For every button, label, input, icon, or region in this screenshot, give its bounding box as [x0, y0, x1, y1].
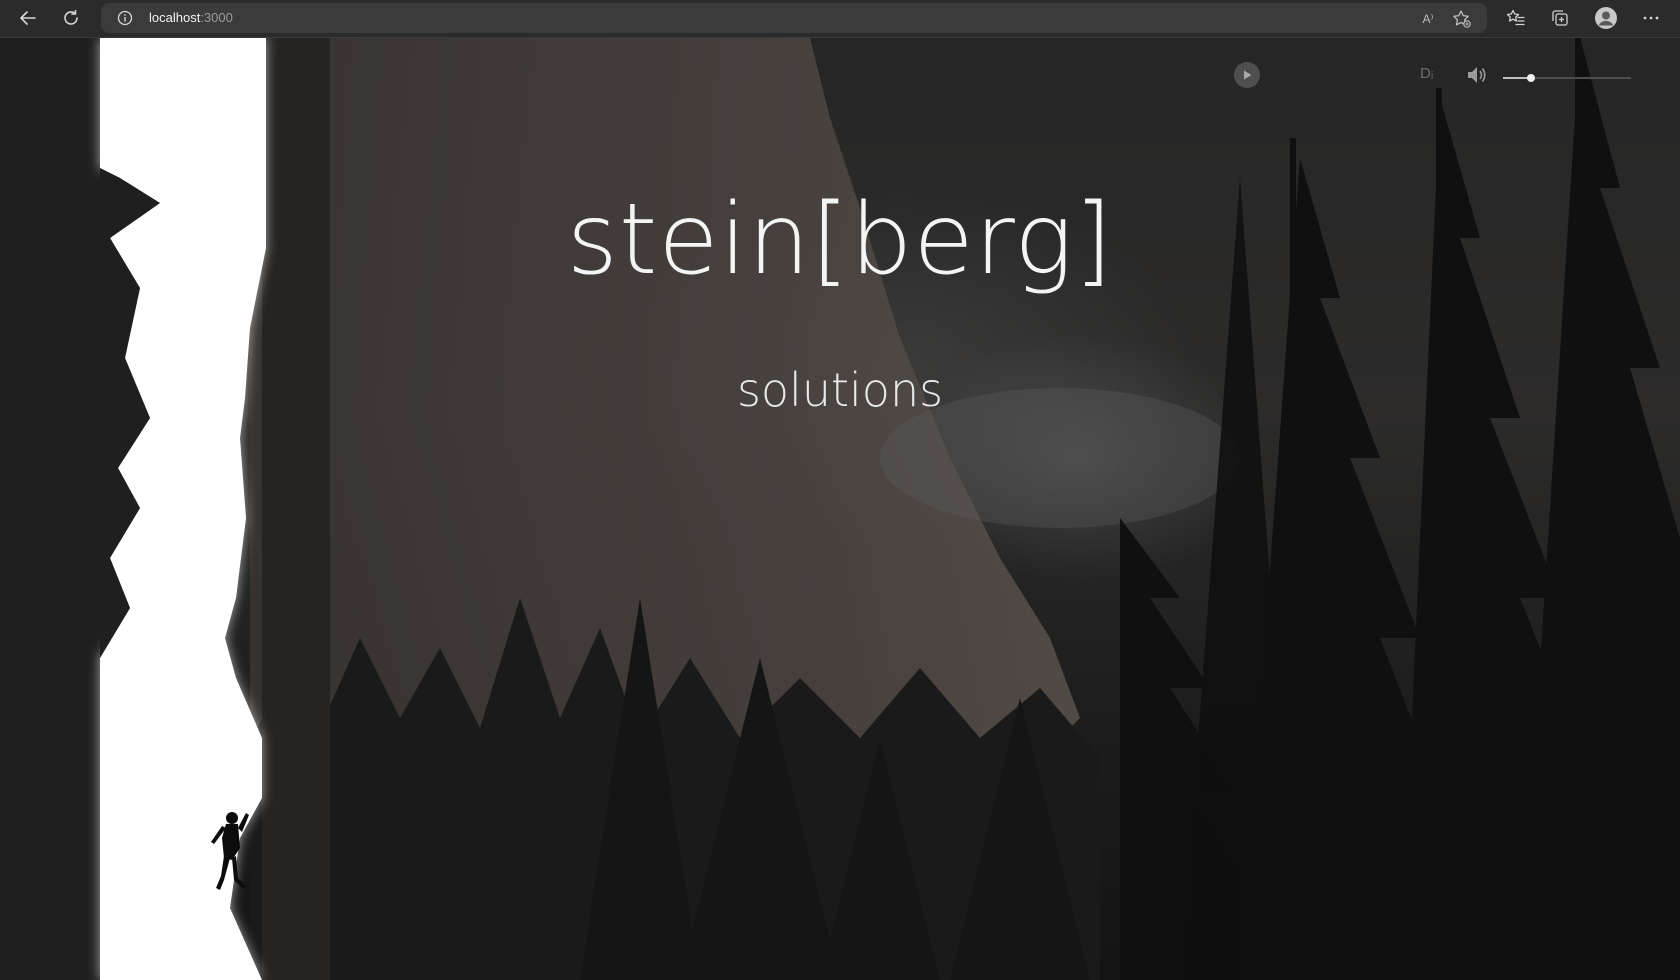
volume-slider-handle[interactable]: [1527, 74, 1535, 82]
hero-title: stein[berg]: [566, 183, 1114, 297]
glowing-crack: [100, 38, 266, 980]
favorites-icon[interactable]: [1502, 5, 1530, 31]
volume-slider[interactable]: [1503, 74, 1631, 82]
pine-trees-right: [1120, 38, 1680, 980]
add-favorite-icon[interactable]: [1451, 8, 1473, 30]
url-port: :3000: [200, 10, 233, 25]
right-rock: [262, 38, 330, 980]
browser-toolbar: localhost:3000 A⁾: [0, 0, 1680, 38]
hero-section: stein[berg] solutions Dᵢ: [0, 38, 1680, 980]
address-bar[interactable]: localhost:3000 A⁾: [101, 3, 1487, 33]
background-scene: [0, 38, 1680, 980]
site-info-icon[interactable]: [117, 10, 133, 26]
refresh-icon[interactable]: [57, 5, 85, 31]
url-text: localhost:3000: [149, 10, 233, 25]
profile-avatar-icon[interactable]: [1592, 5, 1620, 31]
read-aloud-icon[interactable]: A⁾: [1417, 8, 1439, 30]
hero-subtitle: solutions: [736, 363, 944, 417]
volume-icon[interactable]: [1465, 64, 1489, 90]
playback-speed-label[interactable]: Dᵢ: [1420, 65, 1433, 82]
play-icon: [1244, 70, 1252, 80]
more-options-icon[interactable]: [1637, 5, 1665, 31]
read-aloud-label: A⁾: [1422, 12, 1434, 26]
play-button[interactable]: [1234, 62, 1260, 88]
back-icon[interactable]: [14, 5, 42, 31]
collections-icon[interactable]: [1546, 5, 1574, 31]
left-rock: [0, 38, 100, 980]
url-host: localhost: [149, 10, 201, 25]
